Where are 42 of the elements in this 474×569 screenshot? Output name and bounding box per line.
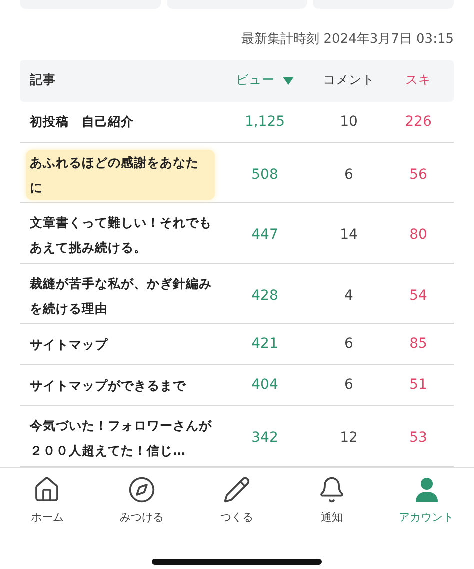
like-count: 56 xyxy=(408,166,428,183)
like-count: 53 xyxy=(408,430,428,446)
nav-tab[interactable]: つくる xyxy=(196,476,277,541)
compass-icon xyxy=(128,476,156,504)
views-count: 342 xyxy=(250,430,280,446)
article-title[interactable]: サイトマップ xyxy=(30,332,215,357)
comment-count: 4 xyxy=(344,288,354,304)
column-header[interactable]: スキ xyxy=(406,72,432,90)
nav-tab[interactable]: みつける xyxy=(102,476,182,541)
column-header[interactable]: 記事 xyxy=(30,72,56,90)
article-title[interactable]: 今気づいた！フォロワーさんが２００人超えてた！信じ… xyxy=(30,413,215,464)
views-count: 428 xyxy=(250,288,280,304)
comment-count: 6 xyxy=(344,377,354,394)
column-header[interactable]: コメント xyxy=(323,72,375,90)
like-count: 226 xyxy=(404,114,433,130)
comment-count: 14 xyxy=(339,227,359,244)
nav-tab[interactable]: ホーム xyxy=(7,476,88,541)
comment-count: 6 xyxy=(344,166,354,183)
article-title[interactable]: 裁縫が苦手な私が、かぎ針編みを続ける理由 xyxy=(30,270,215,321)
nav-tab[interactable]: 通知 xyxy=(292,476,372,541)
views-count: 421 xyxy=(250,336,280,352)
views-count: 404 xyxy=(250,377,280,394)
like-count: 54 xyxy=(408,288,428,304)
bell-icon xyxy=(318,476,346,504)
article-title[interactable]: サイトマップができるまで xyxy=(30,372,215,398)
like-count: 80 xyxy=(408,227,428,244)
home-icon xyxy=(33,476,62,504)
article-title[interactable]: 文章書くって難しい！それでもあえて挑み続ける。 xyxy=(30,210,215,260)
like-count: 51 xyxy=(408,377,428,394)
like-count: 85 xyxy=(408,336,428,352)
comment-count: 10 xyxy=(339,114,359,130)
views-count: 447 xyxy=(250,227,280,244)
article-title[interactable]: 初投稿 自己紹介 xyxy=(30,109,215,134)
updated-time: 最新集計時刻 2024年3月7日 03:15 xyxy=(242,31,454,48)
nav-tab[interactable]: アカウント xyxy=(386,476,467,541)
comment-count: 12 xyxy=(339,430,359,446)
pencil-icon xyxy=(222,476,251,504)
sort-down-icon[interactable] xyxy=(283,76,294,85)
views-count: 1,125 xyxy=(244,114,286,130)
comment-count: 6 xyxy=(344,336,354,352)
views-count: 508 xyxy=(250,166,280,183)
article-title[interactable]: あふれるほどの感謝をあなたに xyxy=(26,150,215,200)
